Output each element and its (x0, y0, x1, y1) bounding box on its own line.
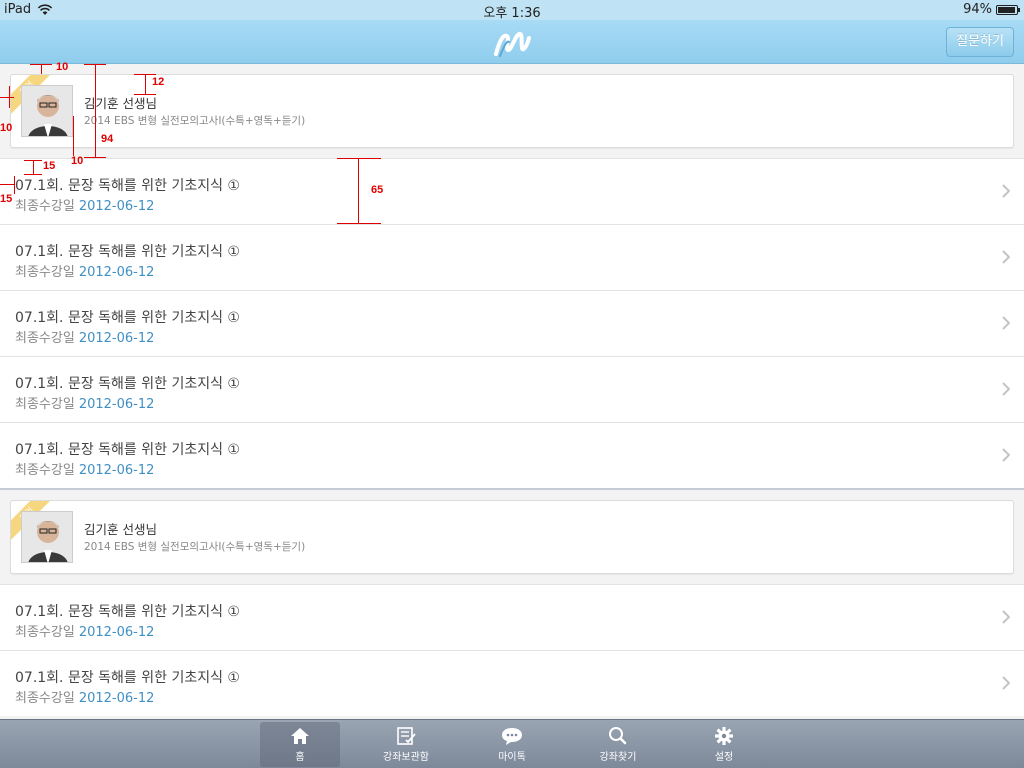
tab-mytalk[interactable]: 마이톡 (472, 722, 552, 767)
lesson-title: 07.1회. 문장 독해를 위한 기초지식 ① (15, 244, 240, 260)
teacher-card[interactable]: 영어 김기훈 선생님 2014 EBS 변형 실전모의고사I(수특+영독+듣기) (10, 500, 1014, 574)
chat-bubble-icon (502, 728, 522, 745)
date-label: 최종수강일 (15, 331, 75, 346)
lesson-row[interactable]: 07.1회. 문장 독해를 위한 기초지식 ① 최종수강일 2012-06-12 (0, 158, 1024, 224)
tab-label: 마이톡 (498, 752, 526, 763)
brand-logo-icon[interactable] (491, 24, 533, 60)
last-view-date: 2012-06-12 (78, 691, 155, 706)
lesson-row[interactable]: 07.1회. 문장 독해를 위한 기초지식 ① 최종수강일 2012-06-12 (0, 650, 1024, 716)
tab-settings[interactable]: 설정 (684, 722, 764, 767)
search-icon (609, 727, 627, 745)
notebook-icon (397, 727, 416, 745)
last-view-date: 2012-06-12 (78, 625, 155, 640)
spacing-label: 94 (101, 133, 114, 145)
chevron-right-icon (1002, 610, 1010, 624)
battery-percent: 94% (963, 2, 992, 17)
spacing-label: 15 (0, 193, 13, 205)
lesson-row[interactable]: 07.1회. 문장 독해를 위한 기초지식 ① 최종수강일 2012-06-12 (0, 290, 1024, 356)
last-view-date: 2012-06-12 (78, 331, 155, 346)
chevron-right-icon (1002, 676, 1010, 690)
ask-question-button[interactable]: 질문하기 (946, 27, 1014, 57)
tab-label: 강좌보관함 (383, 752, 429, 763)
chevron-right-icon (1002, 316, 1010, 330)
last-view-date: 2012-06-12 (78, 463, 155, 478)
teacher-name: 김기훈 선생님 (84, 522, 157, 537)
course-section: 영어 김기훈 선생님 2014 EBS 변형 실전모의고사I(수특+영독+듣기)… (0, 490, 1024, 716)
date-label: 최종수강일 (15, 691, 75, 706)
date-label: 최종수강일 (15, 463, 75, 478)
lesson-row[interactable]: 07.1회. 문장 독해를 위한 기초지식 ① 최종수강일 2012-06-12 (0, 356, 1024, 422)
date-label: 최종수강일 (15, 397, 75, 412)
tab-bar: 홈 강좌보관함 마이톡 강좌찾기 설정 (0, 719, 1024, 768)
course-title: 2014 EBS 변형 실전모의고사I(수특+영독+듣기) (84, 115, 306, 127)
spacing-label: 65 (371, 184, 384, 196)
tab-label: 홈 (295, 752, 305, 763)
last-view-date: 2012-06-12 (78, 199, 155, 214)
date-label: 최종수강일 (15, 265, 75, 280)
chevron-right-icon (1002, 184, 1010, 198)
chevron-right-icon (1002, 382, 1010, 396)
lesson-title: 07.1회. 문장 독해를 위한 기초지식 ① (15, 178, 240, 194)
lesson-title: 07.1회. 문장 독해를 위한 기초지식 ① (15, 670, 240, 686)
tab-course-search[interactable]: 강좌찾기 (578, 722, 658, 767)
tab-course-storage[interactable]: 강좌보관함 (366, 722, 446, 767)
spacing-label: 10 (71, 155, 84, 167)
tab-label: 설정 (714, 752, 734, 763)
clock: 오후 1:36 (483, 6, 541, 21)
chevron-right-icon (1002, 250, 1010, 264)
date-label: 최종수강일 (15, 625, 75, 640)
lesson-title: 07.1회. 문장 독해를 위한 기초지식 ① (15, 604, 240, 620)
nav-bar: 질문하기 (0, 20, 1024, 64)
course-section: 영어 김기훈 선생님 2014 EBS 변형 실전모의고사I(수특+영독+듣기)… (0, 64, 1024, 490)
teacher-avatar (21, 511, 73, 563)
date-label: 최종수강일 (15, 199, 75, 214)
lesson-row[interactable]: 07.1회. 문장 독해를 위한 기초지식 ① 최종수강일 2012-06-12 (0, 422, 1024, 488)
battery-icon (996, 4, 1020, 15)
last-view-date: 2012-06-12 (78, 265, 155, 280)
chevron-right-icon (1002, 448, 1010, 462)
lesson-row[interactable]: 07.1회. 문장 독해를 위한 기초지식 ① 최종수강일 2012-06-12 (0, 224, 1024, 290)
lesson-title: 07.1회. 문장 독해를 위한 기초지식 ① (15, 442, 240, 458)
home-icon (291, 728, 309, 744)
teacher-avatar (21, 85, 73, 137)
course-title: 2014 EBS 변형 실전모의고사I(수특+영독+듣기) (84, 541, 306, 553)
last-view-date: 2012-06-12 (78, 397, 155, 412)
spacing-label: 10 (0, 122, 13, 134)
spacing-label: 10 (56, 61, 69, 73)
gear-icon (715, 727, 733, 745)
tab-home[interactable]: 홈 (260, 722, 340, 767)
status-bar: iPad 오후 1:36 94% (0, 0, 1024, 21)
tab-label: 강좌찾기 (599, 752, 637, 763)
spacing-label: 15 (43, 160, 56, 172)
lesson-title: 07.1회. 문장 독해를 위한 기초지식 ① (15, 376, 240, 392)
lesson-title: 07.1회. 문장 독해를 위한 기초지식 ① (15, 310, 240, 326)
course-list[interactable]: 영어 김기훈 선생님 2014 EBS 변형 실전모의고사I(수특+영독+듣기)… (0, 64, 1024, 719)
lesson-row[interactable]: 07.1회. 문장 독해를 위한 기초지식 ① 최종수강일 2012-06-12 (0, 584, 1024, 650)
spacing-label: 12 (152, 76, 165, 88)
